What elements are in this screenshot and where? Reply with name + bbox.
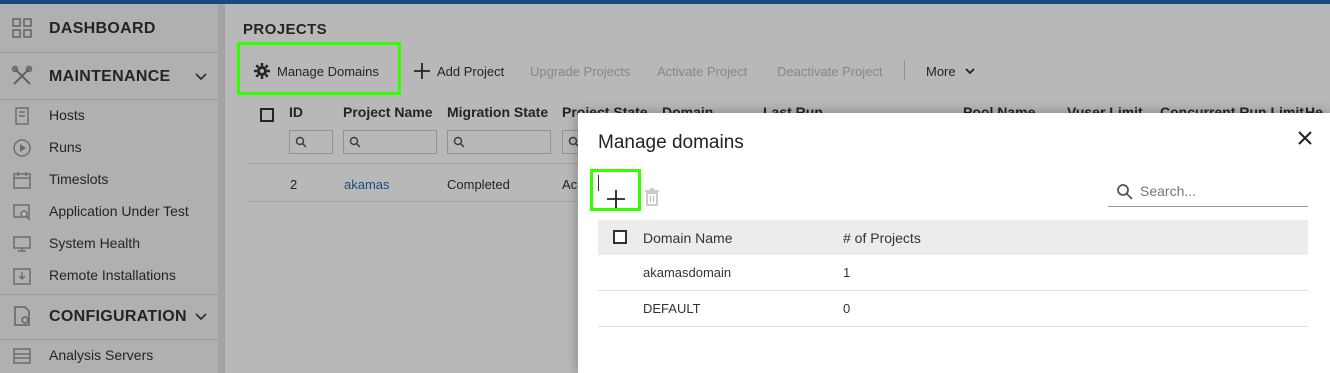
cell-project-count: 1 (843, 265, 851, 280)
column-header-domain-name[interactable]: Domain Name (643, 230, 732, 246)
close-icon[interactable] (1296, 129, 1314, 147)
add-domain-button[interactable] (602, 185, 630, 213)
table-row[interactable]: akamasdomain 1 (598, 255, 1308, 291)
trash-icon[interactable] (643, 187, 661, 207)
domain-search[interactable] (1108, 177, 1308, 207)
dialog-title: Manage domains (598, 132, 744, 153)
text-cursor (598, 175, 599, 191)
column-header-project-count[interactable]: # of Projects (843, 230, 921, 246)
table-row[interactable]: DEFAULT 0 (598, 291, 1308, 327)
search-input[interactable] (1140, 183, 1300, 199)
cell-domain-name: akamasdomain (643, 265, 732, 280)
cell-project-count: 0 (843, 301, 851, 316)
manage-domains-dialog: Manage domains Domain Name # of Projects… (578, 113, 1330, 373)
select-all-checkbox[interactable] (613, 230, 627, 244)
domains-table-header: Domain Name # of Projects (598, 220, 1308, 255)
cell-domain-name: DEFAULT (643, 301, 701, 316)
search-icon (1117, 184, 1133, 200)
